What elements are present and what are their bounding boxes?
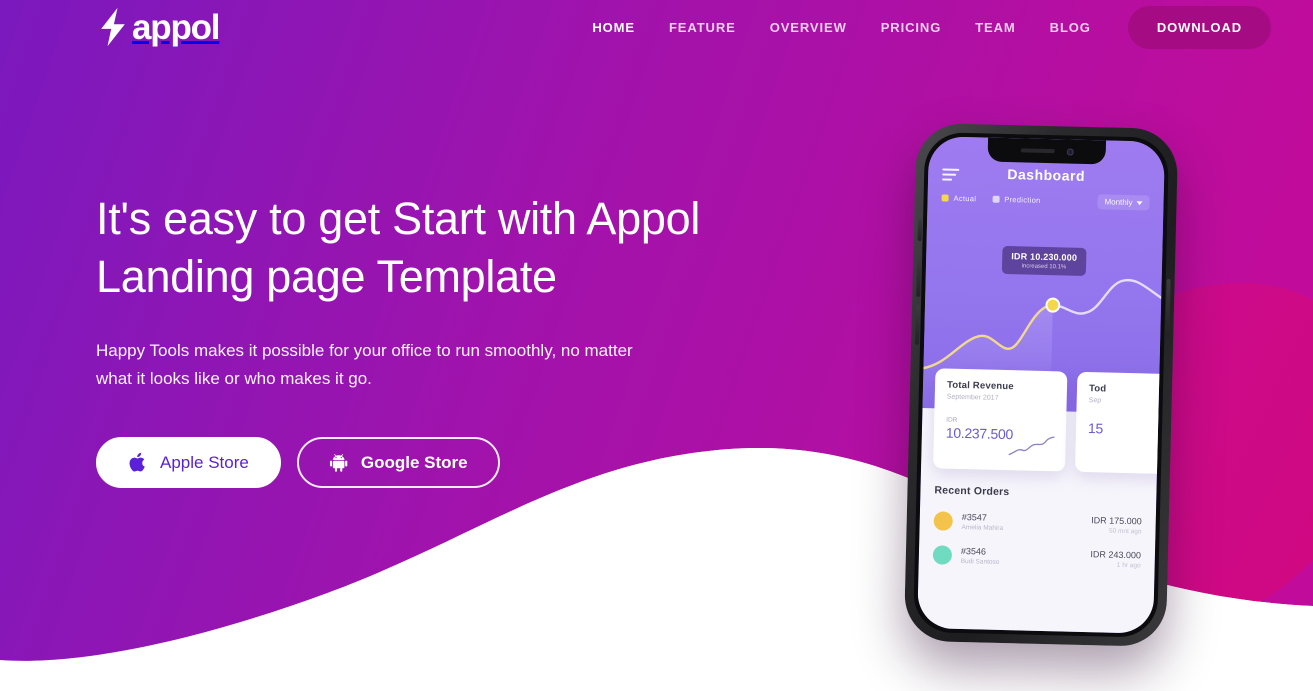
- front-camera-icon: [1066, 147, 1074, 156]
- order-right: IDR 243.000 1 hr ago: [1090, 549, 1141, 569]
- nav-item-home[interactable]: HOME: [575, 20, 652, 35]
- nav-item-team[interactable]: TEAM: [958, 20, 1032, 35]
- hamburger-menu-icon[interactable]: [942, 168, 960, 181]
- stat-card-sparkline: [1007, 434, 1056, 459]
- apple-store-label: Apple Store: [160, 452, 249, 472]
- legend-label-actual: Actual: [953, 193, 977, 204]
- hero-title: It's easy to get Start with Appol Landin…: [96, 193, 701, 302]
- nav-item-overview[interactable]: OVERVIEW: [753, 20, 864, 35]
- recent-orders-title: Recent Orders: [934, 484, 1010, 499]
- legend-item-prediction: Prediction: [992, 195, 1041, 205]
- stat-card-amount: 15: [1087, 420, 1104, 437]
- stat-card-title: Total Revenue: [946, 379, 1014, 393]
- android-icon: [329, 454, 348, 473]
- chart-tooltip: IDR 10.230.000 increased 10.1%: [1001, 245, 1087, 276]
- dashboard-title: Dashboard: [1007, 166, 1086, 184]
- nav-item-feature[interactable]: FEATURE: [652, 20, 753, 35]
- hero-subtitle: Happy Tools makes it possible for your o…: [96, 341, 633, 389]
- order-row[interactable]: #3546 Budi Santoso IDR 243.000 1 hr ago: [932, 545, 1141, 569]
- hamburger-line: [942, 173, 956, 176]
- stat-cards: Total Revenue September 2017 IDR 10.237.…: [921, 368, 1166, 475]
- order-main: #3547 Amelia Mahira: [961, 512, 1082, 534]
- dashboard-body: Total Revenue September 2017 IDR 10.237.…: [917, 368, 1166, 634]
- sparkline-svg: [1008, 436, 1055, 456]
- stat-card-total-revenue[interactable]: Total Revenue September 2017 IDR 10.237.…: [933, 368, 1068, 472]
- hero-section: It's easy to get Start with Appol Landin…: [96, 190, 716, 489]
- phone-mockup: Dashboard Actual Prediction Monthly IDR …: [893, 115, 1196, 662]
- chevron-down-icon: [1136, 200, 1143, 205]
- range-dropdown-label: Monthly: [1104, 197, 1133, 208]
- phone-bezel: Dashboard Actual Prediction Monthly IDR …: [913, 131, 1170, 638]
- order-right: IDR 175.000 50 mnt ago: [1091, 515, 1142, 535]
- phone-mute-button: [917, 218, 923, 241]
- google-store-button[interactable]: Google Store: [296, 437, 500, 489]
- order-id: #3547: [961, 512, 987, 523]
- hero-action-buttons: Apple Store Google Store: [96, 437, 716, 489]
- chart-legend: Actual Prediction Monthly: [927, 184, 1163, 211]
- hamburger-line: [942, 178, 953, 181]
- nav-links: HOME FEATURE OVERVIEW PRICING TEAM BLOG …: [575, 5, 1313, 49]
- order-time: 1 hr ago: [1116, 561, 1141, 570]
- nav-item-pricing[interactable]: PRICING: [864, 20, 958, 35]
- apple-store-button[interactable]: Apple Store: [96, 437, 281, 489]
- order-main: #3546 Budi Santoso: [961, 546, 1082, 568]
- apple-icon: [129, 452, 145, 472]
- brand-name: appol: [132, 7, 221, 47]
- order-avatar: [932, 545, 953, 565]
- range-dropdown[interactable]: Monthly: [1097, 194, 1150, 211]
- phone-notch: [987, 137, 1107, 165]
- order-name: Budi Santoso: [960, 557, 1000, 566]
- top-navigation-bar: appol HOME FEATURE OVERVIEW PRICING TEAM…: [0, 0, 1313, 54]
- order-row[interactable]: #3547 Amelia Mahira IDR 175.000 50 mnt a…: [933, 511, 1142, 535]
- legend-swatch-actual: [941, 194, 949, 202]
- lightning-bolt-icon: [101, 7, 125, 47]
- nav-item-blog[interactable]: BLOG: [1033, 20, 1108, 35]
- legend-swatch-prediction: [992, 195, 1000, 203]
- legend-label-prediction: Prediction: [1004, 194, 1041, 205]
- order-id: #3546: [960, 545, 987, 557]
- earpiece-speaker: [1020, 148, 1055, 154]
- phone-power-button: [1165, 278, 1171, 338]
- tooltip-value: IDR 10.230.000: [1011, 251, 1078, 263]
- download-button[interactable]: DOWNLOAD: [1127, 5, 1271, 49]
- recent-orders-section: Recent Orders #3547 Amelia Mahira IDR 17…: [919, 484, 1157, 570]
- legend-item-actual: Actual: [941, 193, 977, 204]
- stat-card-subtitle: Sep: [1088, 397, 1102, 405]
- hamburger-line: [942, 168, 960, 171]
- order-name: Amelia Mahira: [961, 524, 1004, 533]
- stat-card-today[interactable]: Tod Sep 15: [1074, 371, 1166, 475]
- order-amount: IDR 175.000: [1091, 515, 1142, 527]
- phone-frame: Dashboard Actual Prediction Monthly IDR …: [903, 122, 1179, 648]
- stat-card-subtitle: September 2017: [946, 393, 999, 402]
- google-store-label: Google Store: [360, 452, 468, 472]
- stat-card-title: Tod: [1088, 383, 1107, 395]
- order-avatar: [933, 511, 953, 531]
- phone-screen: Dashboard Actual Prediction Monthly IDR …: [917, 136, 1166, 634]
- brand-logo[interactable]: appol: [96, 7, 221, 47]
- order-amount: IDR 243.000: [1090, 549, 1142, 561]
- order-time: 50 mnt ago: [1108, 527, 1142, 536]
- tooltip-delta: increased 10.1%: [1021, 263, 1067, 271]
